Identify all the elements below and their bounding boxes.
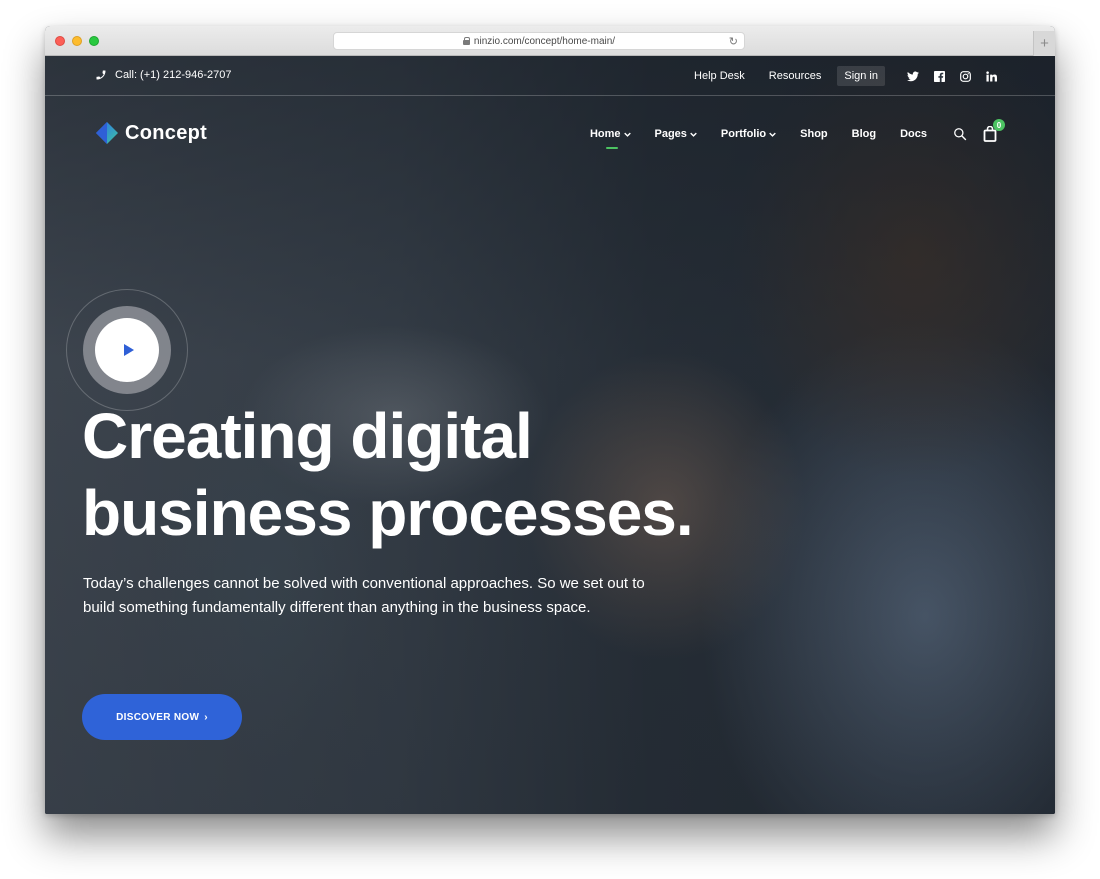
minimize-window-button[interactable] [72, 36, 82, 46]
call-info[interactable]: Call: (+1) 212-946-2707 [95, 69, 232, 81]
hero-headline: Creating digital business processes. [82, 398, 782, 552]
headline-line: Creating digital [82, 400, 533, 472]
nav-item-label: Portfolio [720, 128, 767, 140]
site-logo[interactable]: Concept [95, 121, 207, 145]
nav-item-shop[interactable]: Shop [800, 128, 828, 140]
address-bar[interactable]: ninzio.com/concept/home-main/ ↻ [333, 32, 745, 50]
window-controls [55, 36, 99, 46]
subtext-line: Today’s challenges cannot be solved with… [83, 575, 645, 592]
chevron-down-icon [690, 132, 697, 137]
linkedin-icon[interactable] [985, 70, 997, 82]
nav-item-home[interactable]: Home [589, 128, 631, 149]
nav-item-portfolio[interactable]: Portfolio [721, 128, 776, 140]
twitter-icon[interactable] [907, 70, 919, 82]
chevron-right-icon: › [204, 711, 208, 723]
url-text: ninzio.com/concept/home-main/ [473, 35, 616, 47]
nav-item-docs[interactable]: Docs [900, 128, 927, 140]
resources-link[interactable]: Resources [769, 70, 822, 82]
logo-text: Concept [125, 121, 208, 144]
phone-icon [96, 70, 106, 80]
new-tab-button[interactable]: + [1033, 31, 1055, 56]
instagram-icon[interactable] [959, 70, 971, 82]
video-play-control [66, 289, 188, 411]
help-desk-link[interactable]: Help Desk [694, 70, 745, 82]
subtext-line: build something fundamentally different … [83, 599, 591, 616]
play-video-button[interactable] [95, 318, 159, 382]
nav-item-label: Home [589, 128, 621, 140]
browser-window: ninzio.com/concept/home-main/ ↻ + Call: … [45, 26, 1055, 814]
browser-toolbar: ninzio.com/concept/home-main/ ↻ + [45, 26, 1055, 56]
cta-label: DISCOVER NOW [116, 711, 200, 723]
reload-icon[interactable]: ↻ [729, 35, 738, 48]
cart-count-badge: 0 [993, 119, 1005, 131]
top-links: Help Desk Resources Sign in [670, 66, 997, 86]
main-navigation: Concept Home Pages Portfolio Shop Blog D… [45, 96, 1055, 172]
lock-icon [462, 37, 471, 45]
social-links [907, 70, 997, 82]
top-bar: Call: (+1) 212-946-2707 Help Desk Resour… [45, 56, 1055, 96]
hero-subtext: Today’s challenges cannot be solved with… [83, 572, 703, 620]
play-icon [123, 344, 134, 356]
headline-line: business processes. [82, 477, 694, 549]
nav-item-label: Pages [654, 128, 687, 140]
chevron-down-icon [769, 132, 776, 137]
facebook-icon[interactable] [933, 70, 945, 82]
maximize-window-button[interactable] [89, 36, 99, 46]
discover-now-button[interactable]: DISCOVER NOW › [82, 694, 242, 740]
sign-in-button[interactable]: Sign in [837, 66, 885, 86]
call-text: Call: (+1) 212-946-2707 [115, 69, 232, 81]
nav-item-pages[interactable]: Pages [655, 128, 697, 140]
search-icon[interactable] [953, 127, 967, 141]
close-window-button[interactable] [55, 36, 65, 46]
nav-item-blog[interactable]: Blog [852, 128, 876, 140]
cart-button[interactable]: 0 [983, 119, 1005, 142]
chevron-down-icon [623, 132, 631, 137]
logo-mark-icon [96, 122, 118, 144]
nav-menu: Home Pages Portfolio Shop Blog Docs 0 [589, 119, 1005, 149]
hero-section: Call: (+1) 212-946-2707 Help Desk Resour… [45, 56, 1055, 814]
